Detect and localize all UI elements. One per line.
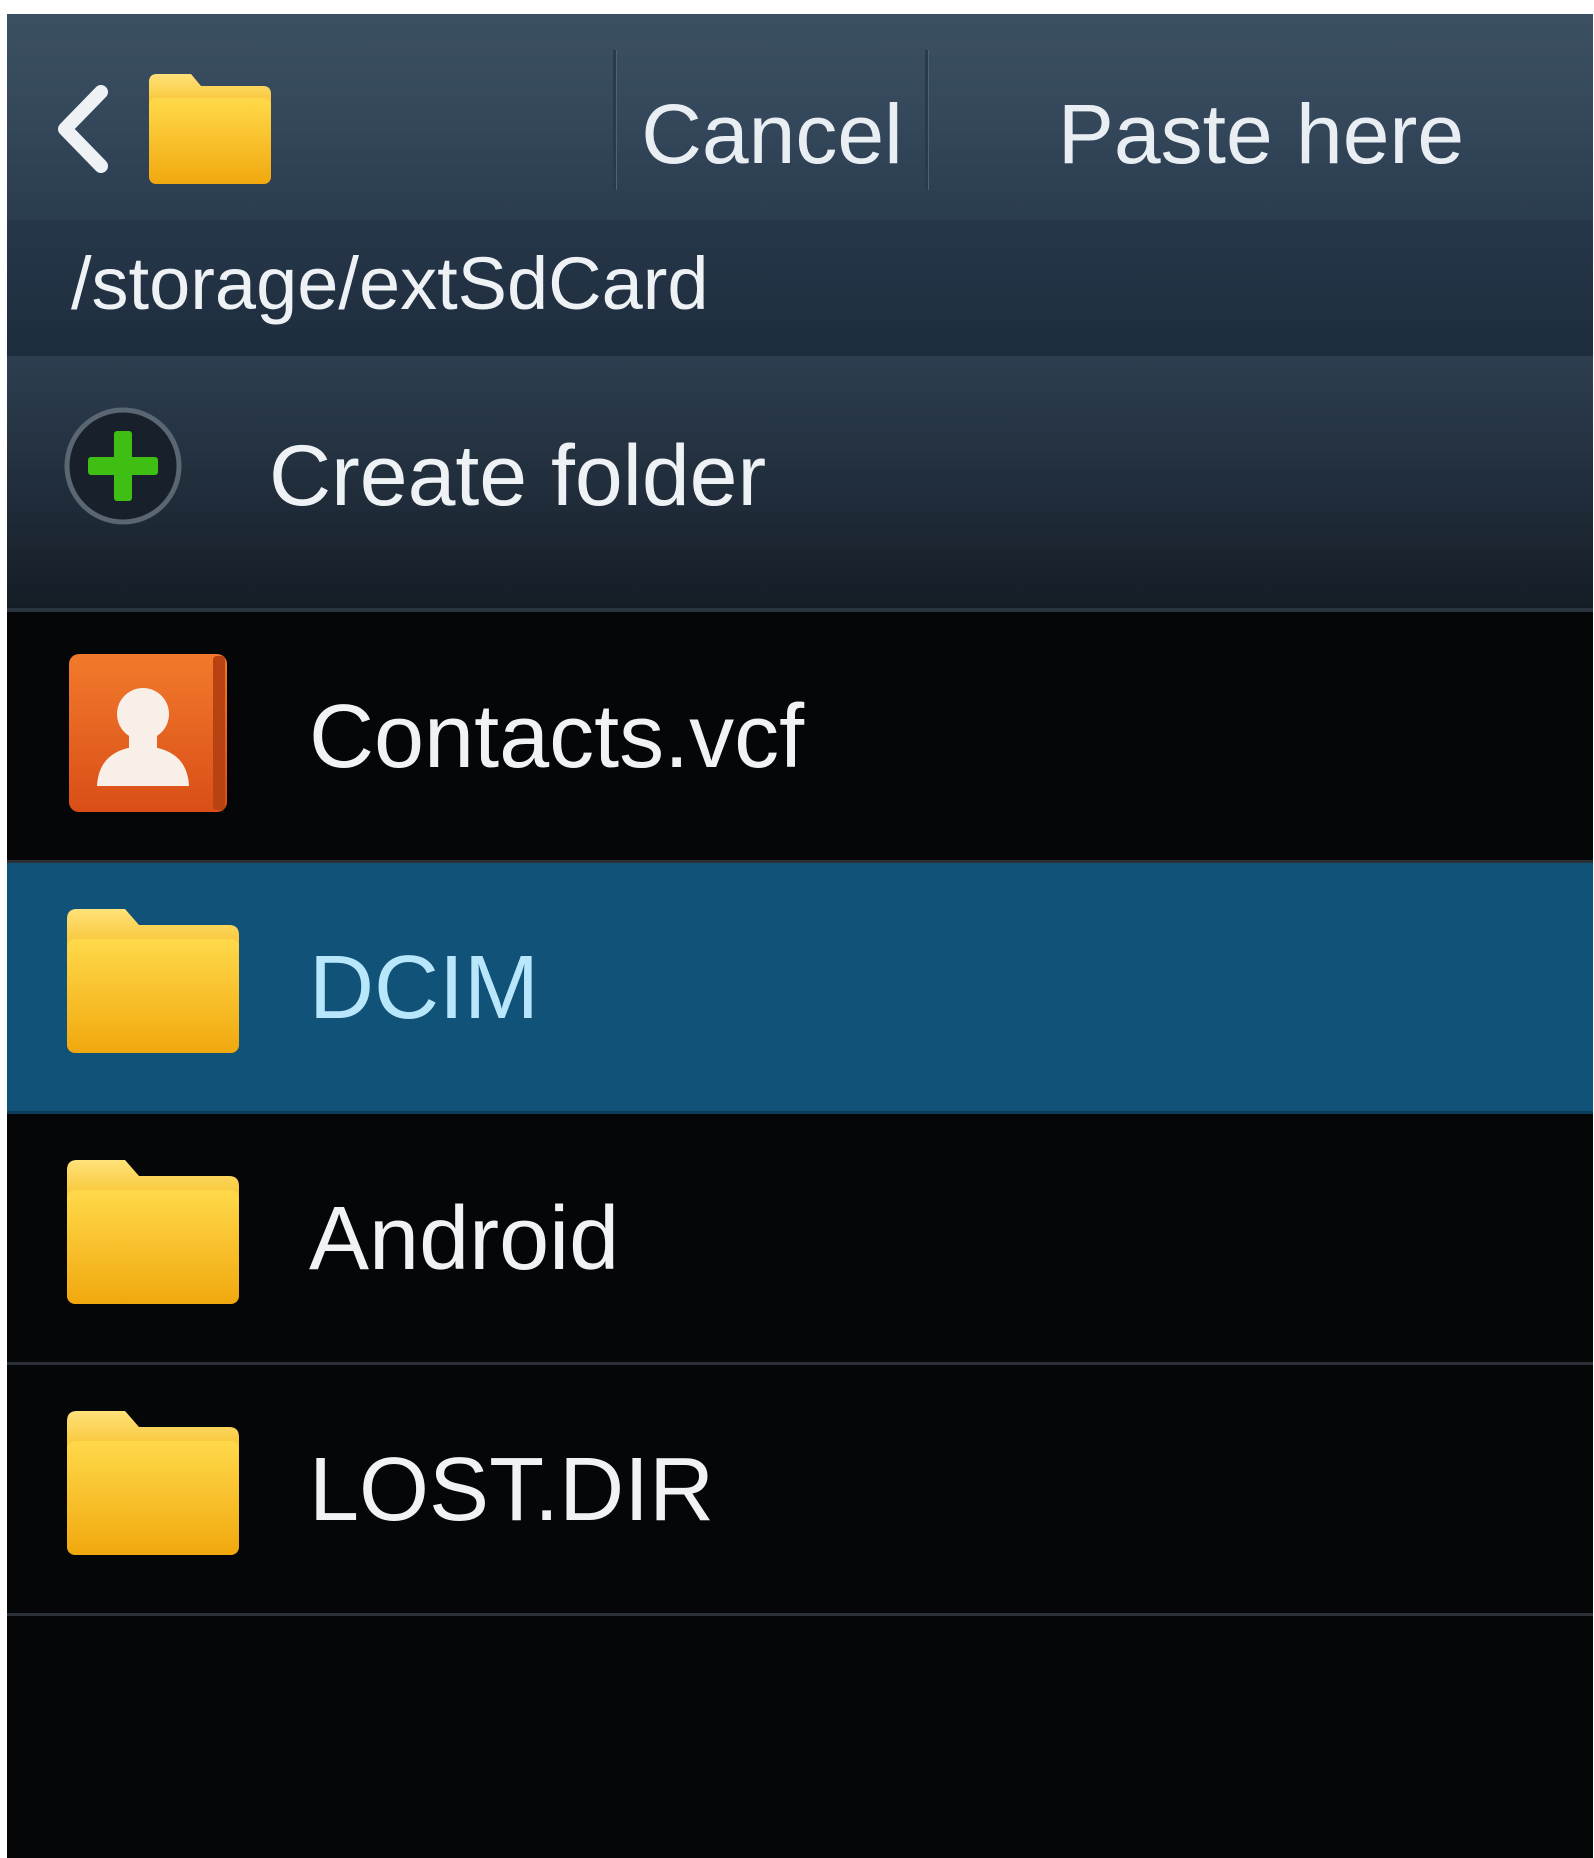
folder-icon bbox=[145, 68, 275, 193]
item-name: DCIM bbox=[309, 938, 539, 1038]
paste-here-button[interactable]: Paste here bbox=[929, 74, 1593, 194]
cancel-button[interactable]: Cancel bbox=[619, 74, 925, 194]
contact-card-icon bbox=[63, 648, 233, 823]
folder-icon bbox=[63, 1152, 243, 1317]
back-button[interactable] bbox=[37, 64, 287, 194]
folder-icon bbox=[63, 901, 243, 1066]
list-divider bbox=[7, 1613, 1593, 1616]
list-item-lost-dir[interactable]: LOST.DIR bbox=[7, 1365, 1593, 1613]
chevron-left-icon bbox=[53, 84, 113, 179]
item-name: Contacts.vcf bbox=[309, 687, 805, 787]
current-path: /storage/extSdCard bbox=[71, 242, 709, 325]
list-item-contacts-vcf[interactable]: Contacts.vcf bbox=[7, 612, 1593, 860]
create-folder-label: Create folder bbox=[269, 428, 767, 524]
list-item-android[interactable]: Android bbox=[7, 1114, 1593, 1362]
item-name: Android bbox=[309, 1189, 620, 1289]
plus-circle-icon bbox=[61, 404, 185, 533]
create-folder-row[interactable]: Create folder bbox=[7, 356, 1593, 612]
folder-icon bbox=[63, 1403, 243, 1568]
action-bar-divider bbox=[613, 50, 617, 190]
file-picker-screen: Cancel Paste here /storage/extSdCard Cre… bbox=[7, 14, 1593, 1858]
item-name: LOST.DIR bbox=[309, 1440, 715, 1540]
path-bar: /storage/extSdCard bbox=[7, 220, 1593, 356]
list-item-dcim[interactable]: DCIM bbox=[7, 863, 1593, 1111]
action-bar: Cancel Paste here bbox=[7, 14, 1593, 220]
